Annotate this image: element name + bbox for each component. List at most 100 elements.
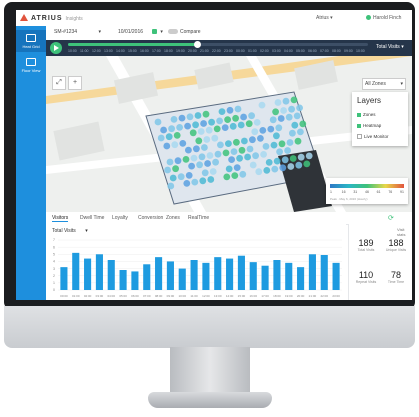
heat-cell	[222, 149, 230, 157]
play-button[interactable]	[50, 42, 62, 54]
bar[interactable]	[190, 260, 198, 290]
bar[interactable]	[320, 255, 328, 290]
heat-cell	[206, 152, 214, 159]
bar[interactable]	[95, 254, 103, 290]
heat-cell	[190, 154, 198, 162]
heat-cell	[228, 156, 236, 163]
heat-cell	[282, 97, 290, 105]
heat-cell	[226, 106, 234, 114]
tab-conversion[interactable]: Conversion	[138, 215, 163, 221]
tenant-label: Atrius	[316, 15, 329, 21]
timeline-tick: 02:00	[260, 49, 269, 53]
layer-live-monitor[interactable]: Live Monitor	[357, 134, 405, 142]
heat-cell	[182, 156, 190, 163]
timeline-handle[interactable]	[194, 41, 201, 48]
stat-value: 189	[358, 238, 374, 248]
tab-realtime[interactable]: RealTime	[188, 215, 209, 221]
x-tick-label: 05:00	[119, 294, 127, 298]
heat-cell	[230, 148, 238, 155]
bar[interactable]	[308, 254, 316, 290]
calendar-button[interactable]	[152, 29, 157, 35]
site-select[interactable]: SM-#1234 ▾	[54, 29, 101, 35]
checkbox-icon	[357, 134, 362, 139]
chevron-down-icon: ▾	[160, 29, 163, 35]
zones-select[interactable]: All Zones ▾	[362, 78, 406, 90]
bar[interactable]	[202, 262, 210, 290]
bar[interactable]	[214, 257, 222, 290]
brand-logo: ATRIUS Insights	[20, 14, 83, 22]
heat-cell	[204, 160, 212, 167]
bar[interactable]	[249, 262, 257, 290]
tab-visitors[interactable]: Visitors	[52, 215, 69, 222]
heat-cell	[157, 134, 165, 142]
bar[interactable]	[143, 264, 151, 290]
heat-cell	[262, 143, 270, 150]
bar[interactable]	[72, 252, 80, 290]
heat-cell	[234, 105, 242, 113]
bar[interactable]	[226, 258, 234, 290]
user-menu[interactable]: Harold Finch	[366, 15, 401, 21]
heat-cell	[299, 120, 307, 128]
layer-label: Heatmap	[363, 123, 382, 128]
heat-cell	[196, 161, 204, 169]
tenant-select[interactable]: Atrius ▾	[316, 15, 333, 21]
legend-note: Peak · May 6, 2016 (Hourly)	[330, 197, 368, 201]
heat-cell	[218, 108, 226, 115]
y-tick-label: 0	[53, 288, 55, 292]
filter-bar: SM-#1234 ▾ 10/01/2016 ▾ Compare	[46, 26, 412, 40]
tab-loyalty[interactable]: Loyalty	[112, 215, 128, 221]
bar[interactable]	[84, 258, 92, 290]
tab-dwell-time[interactable]: Dwell Time	[80, 215, 104, 221]
heat-cell	[297, 128, 304, 136]
map-view[interactable]: ⤢ + All Zones ▾ Layers Zones Heatmap Liv…	[46, 56, 412, 212]
x-tick-label: 02:00	[84, 294, 92, 298]
refresh-icon[interactable]: ⟳	[388, 214, 394, 222]
monitor-bezel: ATRIUS Insights Atrius ▾ Harold Finch Hea…	[4, 2, 415, 310]
chart-metric-select[interactable]: Total Visits ▾	[52, 228, 88, 234]
timeline-tick: 09:00	[344, 49, 353, 53]
zones-label: All Zones	[365, 81, 386, 87]
heat-cell	[273, 157, 281, 165]
bar[interactable]	[155, 257, 163, 290]
heat-cell	[231, 172, 239, 179]
compare-toggle[interactable]: Compare	[168, 29, 201, 35]
bar[interactable]	[285, 262, 293, 290]
heat-cell	[245, 120, 253, 128]
sidebar-item-heat-grid[interactable]: Heat Grid	[16, 30, 46, 52]
bar[interactable]	[237, 255, 245, 290]
heat-cell	[223, 173, 231, 181]
bar[interactable]	[178, 268, 186, 290]
timeline-tick: 12:00	[92, 49, 101, 53]
floor-icon	[26, 58, 36, 66]
bar[interactable]	[166, 261, 174, 290]
timeline-tick: 01:00	[248, 49, 257, 53]
layer-heatmap[interactable]: Heatmap	[357, 123, 405, 131]
app-screen: ATRIUS Insights Atrius ▾ Harold Finch Hea…	[16, 10, 412, 300]
bar[interactable]	[297, 267, 305, 290]
heat-cell	[289, 155, 297, 162]
tab-zones[interactable]: Zones	[166, 215, 180, 221]
fullscreen-button[interactable]: ⤢	[52, 76, 66, 90]
heat-cell	[199, 177, 207, 185]
heat-cell	[271, 165, 279, 173]
sidebar-item-floor-view[interactable]: Floor View	[16, 54, 46, 76]
bar[interactable]	[261, 265, 269, 290]
x-tick-label: 00:00	[60, 294, 68, 298]
heat-cell	[224, 116, 232, 123]
legend-tick: 31	[353, 190, 358, 194]
bar[interactable]	[131, 271, 139, 290]
heat-cell	[172, 165, 179, 173]
zoom-button[interactable]: +	[68, 76, 82, 90]
bar[interactable]	[119, 270, 127, 290]
heat-cell	[233, 138, 240, 146]
bar[interactable]	[107, 260, 115, 290]
heat-cell	[270, 141, 278, 149]
timeline-slider[interactable]	[68, 41, 368, 48]
heat-cell	[184, 122, 192, 130]
bar[interactable]	[332, 262, 340, 290]
layer-zones[interactable]: Zones	[357, 112, 405, 120]
bar[interactable]	[273, 260, 281, 290]
checkbox-checked-icon	[357, 124, 361, 128]
metric-select[interactable]: Total Visits ▾	[376, 44, 404, 50]
bar[interactable]	[60, 267, 68, 290]
